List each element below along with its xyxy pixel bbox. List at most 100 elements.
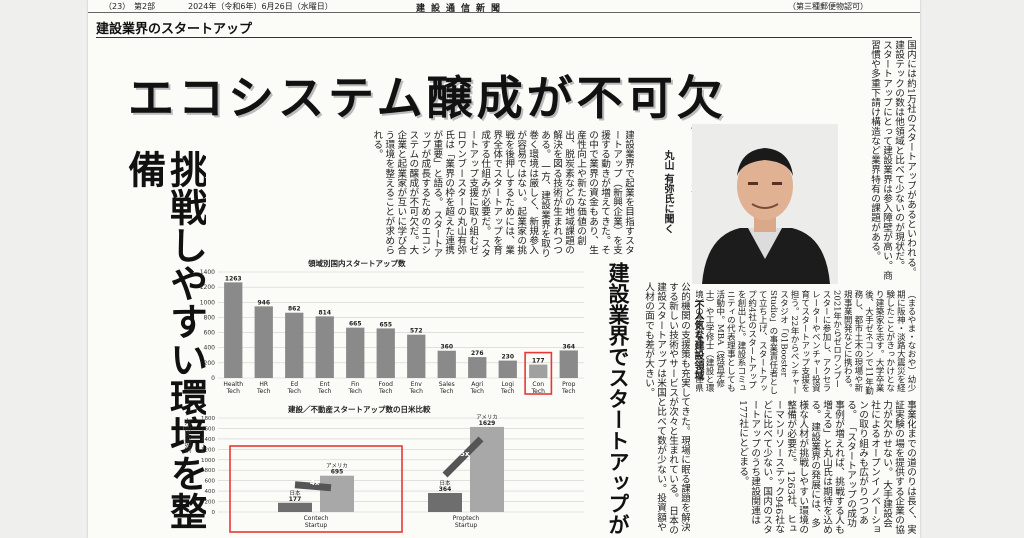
x-tick-label: Logi <box>502 381 515 388</box>
group-label: Startup <box>305 522 327 529</box>
x-tick-label: Health <box>223 381 243 388</box>
bar <box>468 357 487 378</box>
x-tick-label: Fin <box>351 381 360 388</box>
y-tick-label: 400 <box>205 489 216 495</box>
page-number: （23） <box>104 2 131 11</box>
bio-text: （まるやま・なおや）幼少期に阪神・淡路大震災を経験したことがきっかけとなり建築家… <box>696 290 916 395</box>
bar <box>315 316 334 378</box>
y-tick-label: 1200 <box>200 284 215 291</box>
x-tick-label: Tech <box>470 388 485 395</box>
data-label: 695 <box>331 469 344 476</box>
y-tick-label: 1400 <box>200 269 215 276</box>
chart-jp-us-comparison: 020040060080010001200140016001800日本177アメ… <box>201 414 584 533</box>
x-tick-label: Tech <box>256 388 271 395</box>
bar <box>498 360 517 378</box>
bar <box>285 312 304 378</box>
data-label: 360 <box>440 344 453 351</box>
y-tick-label: 1400 <box>201 437 215 443</box>
data-label: 364 <box>439 486 452 493</box>
y-tick-label: 1000 <box>201 458 215 464</box>
article-paragraph: スタートアップにとって建設業界は参入障壁が高い。商習慣や多重下請け構造など業界特… <box>869 40 893 280</box>
interviewee-name: 丸山 有弥氏に聞く <box>662 150 673 234</box>
bar <box>224 282 243 378</box>
y-tick-label: 0 <box>212 510 216 516</box>
portrait-photo <box>692 124 838 284</box>
x-tick-label: Prop <box>562 381 576 388</box>
section-divider <box>96 37 912 38</box>
data-label: 862 <box>288 306 301 313</box>
bar <box>529 364 548 378</box>
bar <box>428 492 462 512</box>
y-tick-label: 0 <box>211 375 215 382</box>
bar <box>254 306 273 378</box>
bar <box>278 502 312 512</box>
x-tick-label: Tech <box>317 388 332 395</box>
data-label: 177 <box>289 496 302 503</box>
x-tick-label: Ed <box>290 381 298 388</box>
bar <box>320 475 354 512</box>
data-label: 230 <box>501 354 514 361</box>
x-tick-label: Tech <box>378 388 393 395</box>
bar <box>470 426 504 512</box>
article-paragraph: 国内には約1万社のスタートアップがあるといわれる。建設テックの数は他領域と比べて… <box>893 40 916 277</box>
y-tick-label: 200 <box>204 360 216 367</box>
y-tick-label: 1800 <box>201 416 215 422</box>
box-heading: 不人気な建設領域 <box>692 300 703 380</box>
x-tick-label: Tech <box>409 388 424 395</box>
article-paragraph: 公的機関の支援策も充実してきた。現場に眠る課題を解決する新しい技術やサービスが次… <box>667 282 690 532</box>
bar <box>437 350 456 378</box>
postal-note: （第三種郵便物認可） <box>788 2 868 11</box>
x-tick-label: Tech <box>500 388 515 395</box>
x-tick-label: Ent <box>320 381 331 388</box>
x-tick-label: Con <box>532 381 544 388</box>
x-tick-label: Env <box>411 381 423 388</box>
chart-domain-startups: 02004006008001000120014001263HealthTech9… <box>200 269 584 395</box>
data-label: 814 <box>318 309 331 316</box>
bar <box>346 327 365 378</box>
data-label: 364 <box>562 343 575 350</box>
page-header: （23） 第2部 2024年（令和6年）6月26日（水曜日） 建設通信新聞 （第… <box>88 0 920 14</box>
section-title: 建設業界のスタートアップ <box>96 22 253 37</box>
x-tick-label: Tech <box>287 388 302 395</box>
x-tick-label: Tech <box>348 388 363 395</box>
article-block-right-top: 国内には約1万社のスタートアップがあるといわれる。建設テックの数は他領域と比べて… <box>844 40 916 280</box>
issue-date: 2024年（令和6年）6月26日（水曜日） <box>188 2 333 11</box>
x-tick-label: Agri <box>471 381 483 388</box>
y-tick-label: 800 <box>205 468 216 474</box>
data-label: 1263 <box>225 275 242 282</box>
article-block-left: 建設業界で起業を目指すスタートアップ（新興企業）を支援する動きが増えてきた。その… <box>176 130 634 258</box>
group-label: Startup <box>455 522 477 529</box>
headline: エコシステム醸成が不可欠 <box>128 71 727 125</box>
x-tick-label: HR <box>259 381 268 388</box>
data-label: 665 <box>349 321 362 328</box>
data-label: 655 <box>379 321 392 328</box>
article-block-right-bottom: 事業化までの道のりは長く、実証実験の場を提供する企業の協力が欠かせない。 大手建… <box>702 400 916 536</box>
data-label: 572 <box>410 328 423 335</box>
newspaper-page: （23） 第2部 2024年（令和6年）6月26日（水曜日） 建設通信新聞 （第… <box>88 0 920 538</box>
group-label: Proptech <box>453 515 480 522</box>
bar <box>376 328 395 378</box>
ratio-label: 4x <box>310 479 320 487</box>
y-tick-label: 1600 <box>201 426 215 432</box>
y-tick-label: 600 <box>204 330 216 337</box>
x-tick-label: Tech <box>439 388 454 395</box>
group-label: Contech <box>304 515 329 522</box>
y-tick-label: 1200 <box>201 447 215 453</box>
newspaper-name: 建設通信新聞 <box>416 4 507 14</box>
photo-credit: 丸山氏提供 <box>184 418 192 453</box>
article-paragraph: 建設業界で起業を目指すスタートアップ（新興企業）を支援する動きが増えてきた。その… <box>539 130 634 255</box>
ratio-label: 5x <box>460 450 470 458</box>
bar <box>407 334 426 378</box>
side-heading: 建設業界でスタートアップが <box>606 262 630 535</box>
y-tick-label: 1000 <box>200 299 215 306</box>
x-tick-label: Tech <box>226 388 241 395</box>
y-tick-label: 800 <box>204 314 216 321</box>
data-label: 946 <box>257 299 270 306</box>
x-tick-label: Tech <box>561 388 576 395</box>
bar <box>559 350 578 378</box>
y-tick-label: 600 <box>205 479 216 485</box>
section-number: 第2部 <box>134 2 156 11</box>
y-tick-label: 400 <box>204 345 216 352</box>
y-tick-label: 200 <box>205 500 216 506</box>
data-label: 177 <box>532 358 545 365</box>
